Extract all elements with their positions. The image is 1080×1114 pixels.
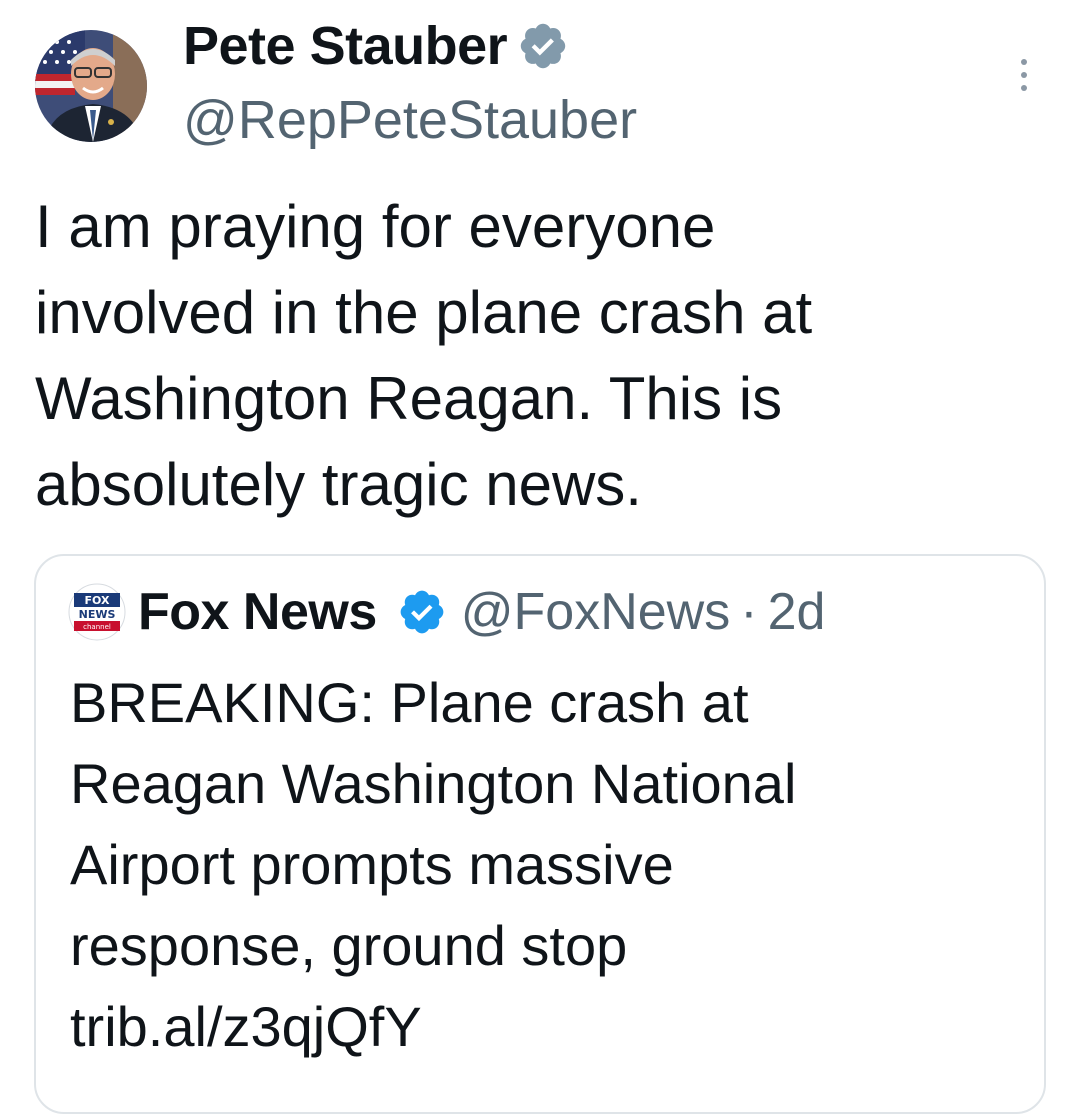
blue-verified-icon: [400, 590, 444, 634]
dot: [1021, 85, 1027, 91]
quoted-handle[interactable]: @FoxNews: [461, 582, 731, 642]
dot: [1021, 72, 1027, 78]
quoted-display-name[interactable]: Fox News: [138, 582, 377, 642]
more-options-icon[interactable]: [1006, 50, 1042, 100]
fox-logo-line2: NEWS: [79, 608, 116, 621]
quoted-timestamp[interactable]: 2d: [768, 582, 826, 642]
author-name-row[interactable]: Pete Stauber: [183, 14, 569, 78]
quoted-tweet-text: BREAKING: Plane crash at Reagan Washingt…: [70, 671, 797, 1058]
quoted-tweet-header: FOX NEWS channel Fox News @FoxNews · 2d: [68, 580, 825, 644]
grey-verified-icon: [520, 23, 566, 69]
tweet-text: I am praying for everyone involved in th…: [35, 193, 813, 518]
author-display-name[interactable]: Pete Stauber: [183, 14, 508, 78]
fox-logo-line1: FOX: [85, 594, 110, 607]
fox-news-logo[interactable]: FOX NEWS channel: [68, 583, 126, 641]
fox-logo-line3: channel: [83, 623, 111, 631]
quoted-tweet-card[interactable]: FOX NEWS channel Fox News @FoxNews · 2d …: [34, 554, 1046, 1114]
avatar[interactable]: [35, 30, 147, 142]
dot: [1021, 59, 1027, 65]
author-handle[interactable]: @RepPeteStauber: [183, 88, 637, 152]
separator-dot: ·: [740, 583, 758, 641]
